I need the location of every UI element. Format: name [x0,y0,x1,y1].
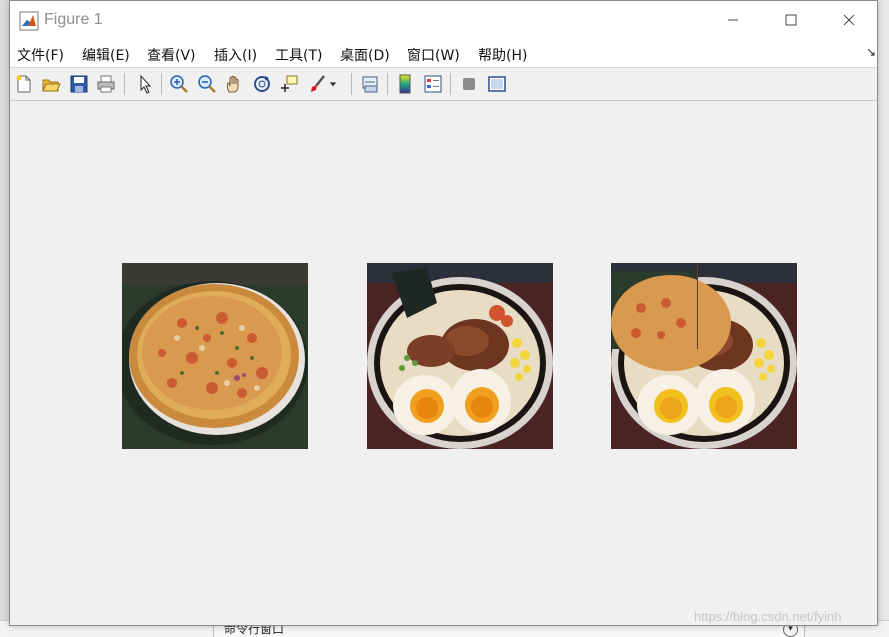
title-bar[interactable]: Figure 1 [10,1,877,39]
maximize-icon [785,14,797,26]
figure-toolbar [10,68,877,101]
menu-file[interactable]: 文件(F) [17,45,64,65]
ramen-image[interactable] [367,263,553,449]
pan-button[interactable] [222,72,246,96]
close-button[interactable] [820,1,878,39]
open-file-button[interactable] [39,72,63,96]
insert-colorbar-button[interactable] [393,72,417,96]
toolbar-separator [124,73,125,95]
chevron-down-icon [329,82,337,87]
blended-image-graphic [611,263,797,449]
menu-help[interactable]: 帮助(H) [478,45,527,65]
toolbar-separator [161,73,162,95]
zoom-out-icon [198,75,216,93]
matlab-logo-icon [19,11,39,31]
rotate-3d-button[interactable] [250,72,274,96]
legend-icon [424,75,442,93]
watermark-text: https://blog.csdn.net/fyinh [694,609,842,624]
dock-figure-icon[interactable]: ↘ [866,45,876,59]
window-title: Figure 1 [44,11,103,28]
edit-plot-arrow-icon [140,74,152,94]
menu-bar: 文件(F) 编辑(E) 查看(V) 插入(I) 工具(T) 桌面(D) 窗口(W… [10,39,877,68]
rotate-3d-icon [254,76,270,92]
figure-canvas[interactable]: https://blog.csdn.net/fyinh [10,101,877,625]
menu-tools[interactable]: 工具(T) [275,45,322,65]
menu-desktop[interactable]: 桌面(D) [340,45,390,65]
data-cursor-button[interactable] [277,72,301,96]
print-icon [97,75,115,93]
print-button[interactable] [94,72,118,96]
menu-edit[interactable]: 编辑(E) [82,45,130,65]
toolbar-separator [450,73,451,95]
open-file-icon [42,79,61,92]
brush-icon [311,75,325,92]
minimize-button[interactable] [704,1,762,39]
hide-plot-tools-icon [463,78,475,90]
new-figure-icon [16,75,31,93]
zoom-out-button[interactable] [195,72,219,96]
link-plot-icon [362,76,378,93]
close-icon [843,14,855,26]
menu-window[interactable]: 窗口(W) [407,45,460,65]
show-plot-tools-button[interactable] [485,72,509,96]
colorbar-icon [399,74,411,94]
edit-plot-button[interactable] [133,72,157,96]
brush-dropdown[interactable] [326,72,340,96]
figure-window: Figure 1 文件(F) 编辑(E) 查看(V) 插入(I) 工具(T) 桌… [9,0,878,626]
pizza-image[interactable] [122,263,308,449]
save-icon [70,75,88,93]
blended-image[interactable] [611,263,797,449]
pan-hand-icon [226,75,239,93]
link-plot-button[interactable] [358,72,382,96]
minimize-icon [728,19,738,21]
ramen-image-graphic [367,263,553,449]
insert-legend-button[interactable] [421,72,445,96]
menu-view[interactable]: 查看(V) [147,45,196,65]
maximize-button[interactable] [762,1,820,39]
show-plot-tools-icon [488,76,506,92]
toolbar-separator [351,73,352,95]
new-figure-button[interactable] [12,72,36,96]
pizza-image-graphic [122,263,308,449]
toolbar-separator [387,73,388,95]
zoom-in-icon [170,75,188,93]
hide-plot-tools-button[interactable] [457,72,481,96]
save-button[interactable] [67,72,91,96]
zoom-in-button[interactable] [167,72,191,96]
data-cursor-icon [281,75,298,92]
menu-insert[interactable]: 插入(I) [214,45,257,65]
